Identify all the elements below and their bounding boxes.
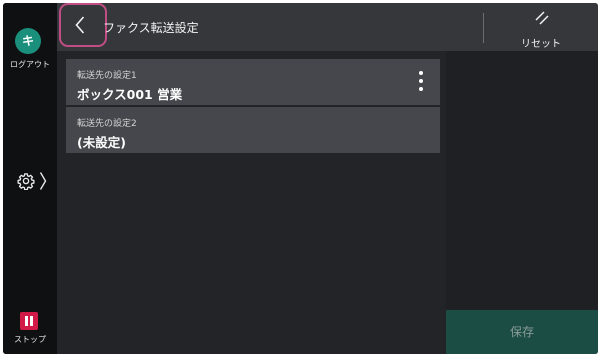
page-title: ファクス転送設定 bbox=[103, 21, 199, 35]
settings-toggle[interactable] bbox=[17, 170, 57, 192]
back-button[interactable] bbox=[59, 3, 107, 47]
reset-button[interactable]: リセット bbox=[511, 9, 571, 50]
side-panel bbox=[446, 51, 598, 354]
app-frame: キ ログアウト ストップ ファクス転送設定 リセット 転送先の設定1 ボックス0… bbox=[3, 3, 598, 354]
more-vertical-icon bbox=[419, 79, 423, 83]
gear-icon bbox=[17, 173, 35, 190]
logout-avatar[interactable]: キ bbox=[15, 28, 41, 54]
reset-label: リセット bbox=[521, 39, 561, 50]
more-vertical-icon bbox=[419, 71, 423, 75]
list-item-forward-destination-1[interactable]: 転送先の設定1 ボックス001 営業 bbox=[66, 59, 440, 105]
left-rail: キ ログアウト ストップ bbox=[3, 3, 57, 354]
logout-label[interactable]: ログアウト bbox=[3, 59, 57, 70]
header-bar: ファクス転送設定 リセット bbox=[57, 3, 598, 51]
item-caption: 転送先の設定2 bbox=[77, 119, 137, 129]
stop-label[interactable]: ストップ bbox=[3, 334, 57, 345]
back-chevron-icon bbox=[75, 16, 85, 34]
item-value: ボックス001 営業 bbox=[77, 87, 183, 102]
forward-settings-list: 転送先の設定1 ボックス001 営業 転送先の設定2 (未設定) bbox=[57, 51, 446, 354]
stop-icon bbox=[20, 312, 38, 330]
reset-icon bbox=[535, 11, 549, 25]
list-item-forward-destination-2[interactable]: 転送先の設定2 (未設定) bbox=[66, 107, 440, 153]
item-caption: 転送先の設定1 bbox=[77, 71, 137, 81]
more-vertical-icon bbox=[419, 87, 423, 91]
item-value: (未設定) bbox=[77, 135, 126, 150]
header-divider bbox=[483, 13, 484, 43]
save-button[interactable]: 保存 bbox=[446, 310, 598, 354]
stop-button[interactable] bbox=[15, 311, 43, 353]
more-options-button[interactable] bbox=[416, 71, 426, 93]
chevron-right-icon bbox=[39, 172, 47, 190]
